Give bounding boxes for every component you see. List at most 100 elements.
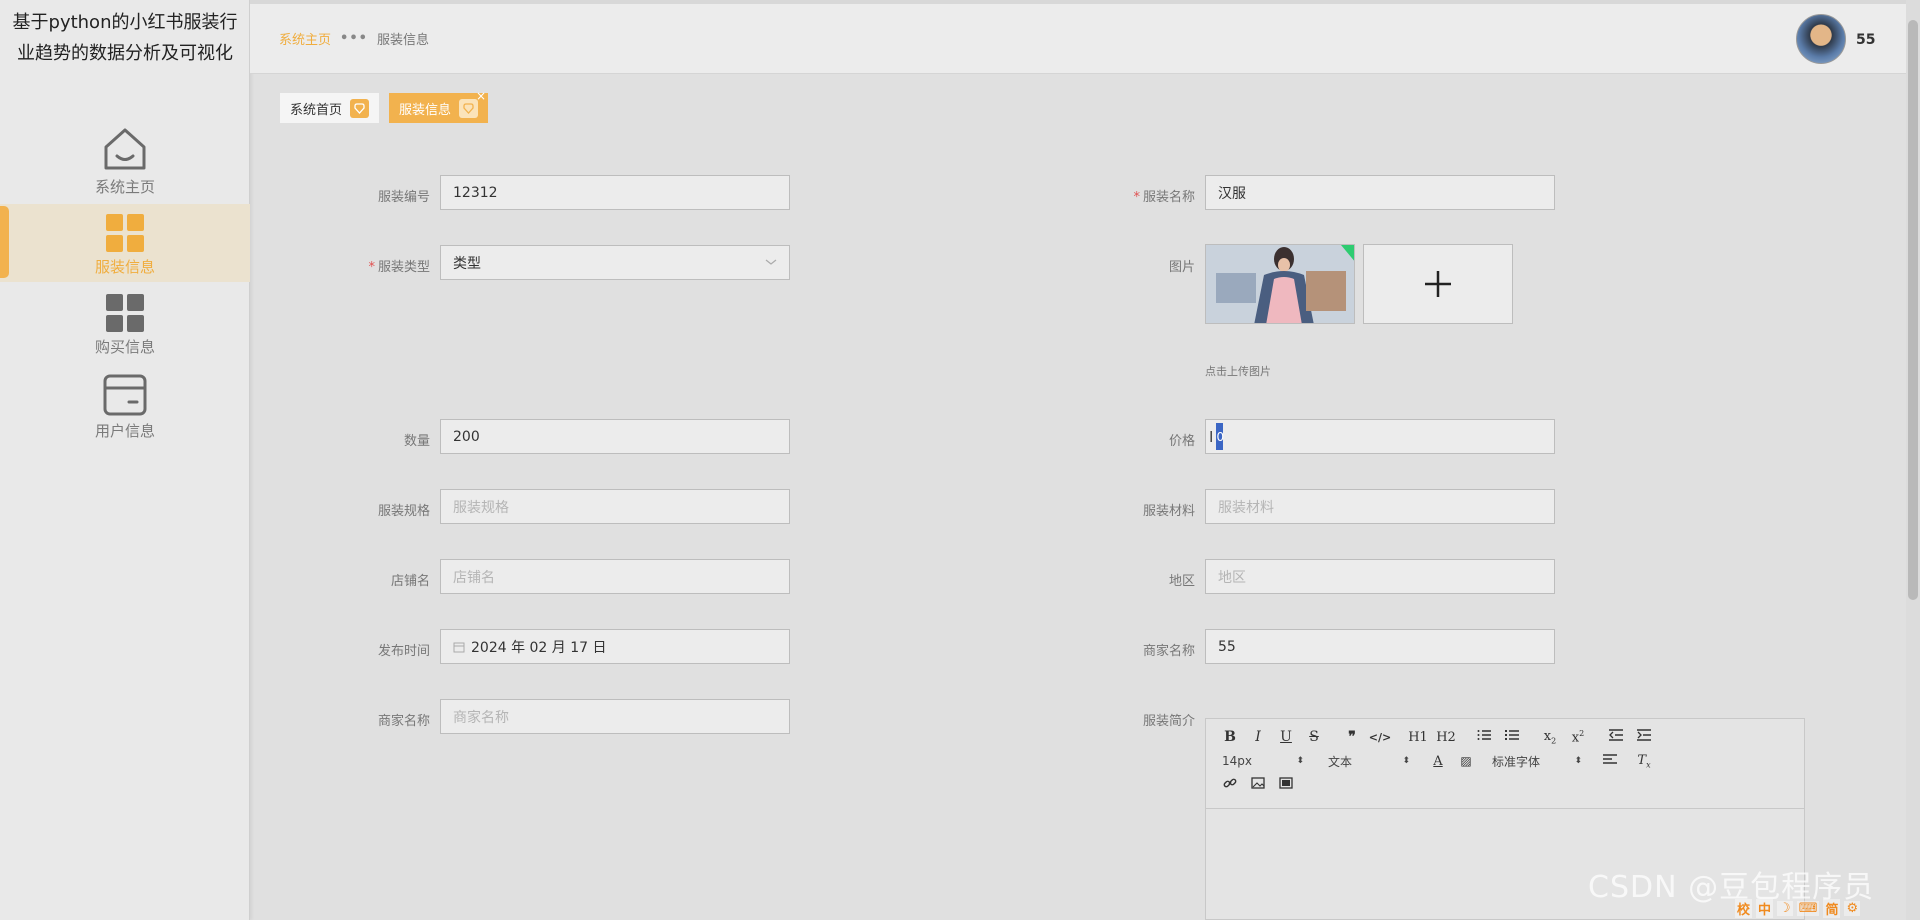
intro-label: 服装简介 bbox=[1142, 714, 1195, 729]
indent-icon[interactable] bbox=[1630, 729, 1658, 745]
background-color-icon[interactable]: ▨ bbox=[1452, 754, 1480, 768]
name-label: * 服装名称 bbox=[1133, 190, 1195, 205]
editor-toolbar: B I U S ❞ </> H1 H2 x2 x2 14px ⬍ 文本 ⬍ A … bbox=[1206, 719, 1804, 809]
close-icon[interactable]: × bbox=[476, 89, 486, 103]
font-color-icon[interactable]: A bbox=[1424, 754, 1452, 769]
sidebar-item-label: 服装信息 bbox=[94, 258, 155, 276]
breadcrumb-separator: ••• bbox=[340, 31, 368, 46]
image-icon[interactable] bbox=[1244, 777, 1272, 793]
code-input[interactable]: 12312 bbox=[440, 175, 790, 210]
code-label: 服装编号 bbox=[377, 190, 430, 205]
type-label-text: 服装类型 bbox=[377, 260, 430, 275]
ime-simplified[interactable]: 简 bbox=[1823, 898, 1841, 918]
image-thumbnail[interactable] bbox=[1205, 244, 1355, 324]
quote-icon[interactable]: ❞ bbox=[1338, 729, 1366, 745]
bullet-list-icon[interactable] bbox=[1498, 729, 1526, 745]
code-icon[interactable]: </> bbox=[1366, 731, 1394, 744]
name-label-text: 服装名称 bbox=[1142, 190, 1195, 205]
updown-icon: ⬍ bbox=[1402, 756, 1410, 766]
text-cursor-icon: I bbox=[1209, 427, 1214, 446]
heading1-icon[interactable]: H1 bbox=[1404, 730, 1432, 745]
block-format-select[interactable]: 文本 ⬍ bbox=[1328, 753, 1410, 770]
region-placeholder: 地区 bbox=[1218, 569, 1246, 586]
outdent-icon[interactable] bbox=[1602, 729, 1630, 745]
name-input[interactable]: 汉服 bbox=[1205, 175, 1555, 210]
tag-icon bbox=[350, 98, 370, 118]
region-label: 地区 bbox=[1168, 574, 1195, 589]
region-input[interactable]: 地区 bbox=[1205, 559, 1555, 594]
superscript-icon[interactable]: x2 bbox=[1564, 729, 1592, 745]
material-label: 服装材料 bbox=[1142, 504, 1195, 519]
sidebar: 基于python的小红书服装行业趋势的数据分析及可视化 系统主页 服装信息 购买… bbox=[0, 0, 250, 920]
subscript-icon[interactable]: x2 bbox=[1536, 729, 1564, 746]
upload-button[interactable] bbox=[1363, 244, 1513, 324]
tab-label: 服装信息 bbox=[399, 102, 452, 118]
bold-icon[interactable]: B bbox=[1216, 729, 1244, 745]
link-icon[interactable] bbox=[1216, 776, 1244, 794]
ime-moon-icon[interactable]: ☽ bbox=[1777, 900, 1793, 916]
breadcrumb: 系统主页 ••• 服装信息 bbox=[279, 29, 429, 48]
tab-clothing-info[interactable]: 服装信息 × bbox=[389, 89, 489, 123]
name-value: 汉服 bbox=[1218, 185, 1246, 202]
font-size-value: 14px bbox=[1222, 754, 1252, 768]
sidebar-item-home[interactable]: 系统主页 bbox=[0, 126, 250, 202]
spec-input[interactable]: 服装规格 bbox=[440, 489, 790, 524]
grid-icon bbox=[106, 294, 144, 332]
spec-label: 服装规格 bbox=[377, 504, 430, 519]
font-size-select[interactable]: 14px ⬍ bbox=[1222, 754, 1304, 768]
tab-system-home[interactable]: 系统首页 bbox=[280, 93, 380, 123]
username[interactable]: 55 bbox=[1856, 32, 1875, 48]
ime-settings-icon[interactable]: ⚙ bbox=[1844, 900, 1861, 916]
shop-input[interactable]: 店铺名 bbox=[440, 559, 790, 594]
font-family-value: 标准字体 bbox=[1492, 754, 1541, 769]
calendar-icon bbox=[453, 642, 465, 652]
upload-hint: 点击上传图片 bbox=[1205, 365, 1271, 378]
publish-time-value: 2024 年 02 月 17 日 bbox=[471, 639, 607, 656]
strike-icon[interactable]: S bbox=[1300, 729, 1328, 745]
ime-keyboard-icon[interactable]: ⌨ bbox=[1796, 900, 1820, 916]
material-input[interactable]: 服装材料 bbox=[1205, 489, 1555, 524]
font-family-select[interactable]: 标准字体 ⬍ bbox=[1492, 753, 1582, 770]
sidebar-item-purchase[interactable]: 购买信息 bbox=[0, 294, 250, 364]
scrollbar-thumb[interactable] bbox=[1908, 20, 1918, 600]
merchant-input[interactable]: 55 bbox=[1205, 629, 1555, 664]
publish-time-label: 发布时间 bbox=[377, 644, 430, 659]
tab-label: 系统首页 bbox=[290, 102, 343, 118]
page-tabs: 系统首页 服装信息 × bbox=[280, 89, 498, 123]
merchant2-placeholder: 商家名称 bbox=[453, 709, 509, 726]
sidebar-item-users[interactable]: 用户信息 bbox=[0, 374, 250, 446]
video-icon[interactable] bbox=[1272, 777, 1300, 793]
price-label: 价格 bbox=[1168, 434, 1195, 449]
merchant-label: 商家名称 bbox=[1142, 644, 1195, 659]
scrollbar[interactable] bbox=[1906, 0, 1920, 920]
top-header: 系统主页 ••• 服装信息 55 bbox=[250, 0, 1906, 74]
breadcrumb-home[interactable]: 系统主页 bbox=[279, 29, 331, 48]
shop-placeholder: 店铺名 bbox=[453, 569, 495, 586]
sidebar-item-label: 系统主页 bbox=[94, 178, 155, 196]
sidebar-item-label: 购买信息 bbox=[94, 338, 155, 356]
type-select[interactable]: 类型 bbox=[440, 245, 790, 280]
shop-label: 店铺名 bbox=[390, 574, 430, 589]
avatar[interactable] bbox=[1796, 14, 1846, 64]
ordered-list-icon[interactable] bbox=[1470, 729, 1498, 745]
material-placeholder: 服装材料 bbox=[1218, 499, 1274, 516]
quantity-input[interactable]: 200 bbox=[440, 419, 790, 454]
price-input[interactable]: I 0 bbox=[1205, 419, 1555, 454]
ime-mode[interactable]: 校 bbox=[1735, 898, 1753, 918]
quantity-label: 数量 bbox=[403, 434, 430, 449]
updown-icon: ⬍ bbox=[1574, 756, 1582, 766]
clear-format-icon[interactable]: Tx bbox=[1630, 753, 1658, 770]
italic-icon[interactable]: I bbox=[1244, 729, 1272, 745]
underline-icon[interactable]: U bbox=[1272, 729, 1300, 745]
card-icon bbox=[103, 374, 147, 416]
ime-lang[interactable]: 中 bbox=[1756, 898, 1774, 918]
sidebar-item-clothing[interactable]: 服装信息 bbox=[0, 204, 250, 282]
align-icon[interactable] bbox=[1596, 753, 1624, 769]
merchant2-input[interactable]: 商家名称 bbox=[440, 699, 790, 734]
breadcrumb-current: 服装信息 bbox=[376, 33, 429, 48]
heading2-icon[interactable]: H2 bbox=[1432, 730, 1460, 745]
app-title: 基于python的小红书服装行业趋势的数据分析及可视化 bbox=[12, 12, 238, 64]
image-label: 图片 bbox=[1168, 260, 1195, 275]
publish-time-picker[interactable]: 2024 年 02 月 17 日 bbox=[440, 629, 790, 664]
plus-icon bbox=[1425, 271, 1451, 297]
